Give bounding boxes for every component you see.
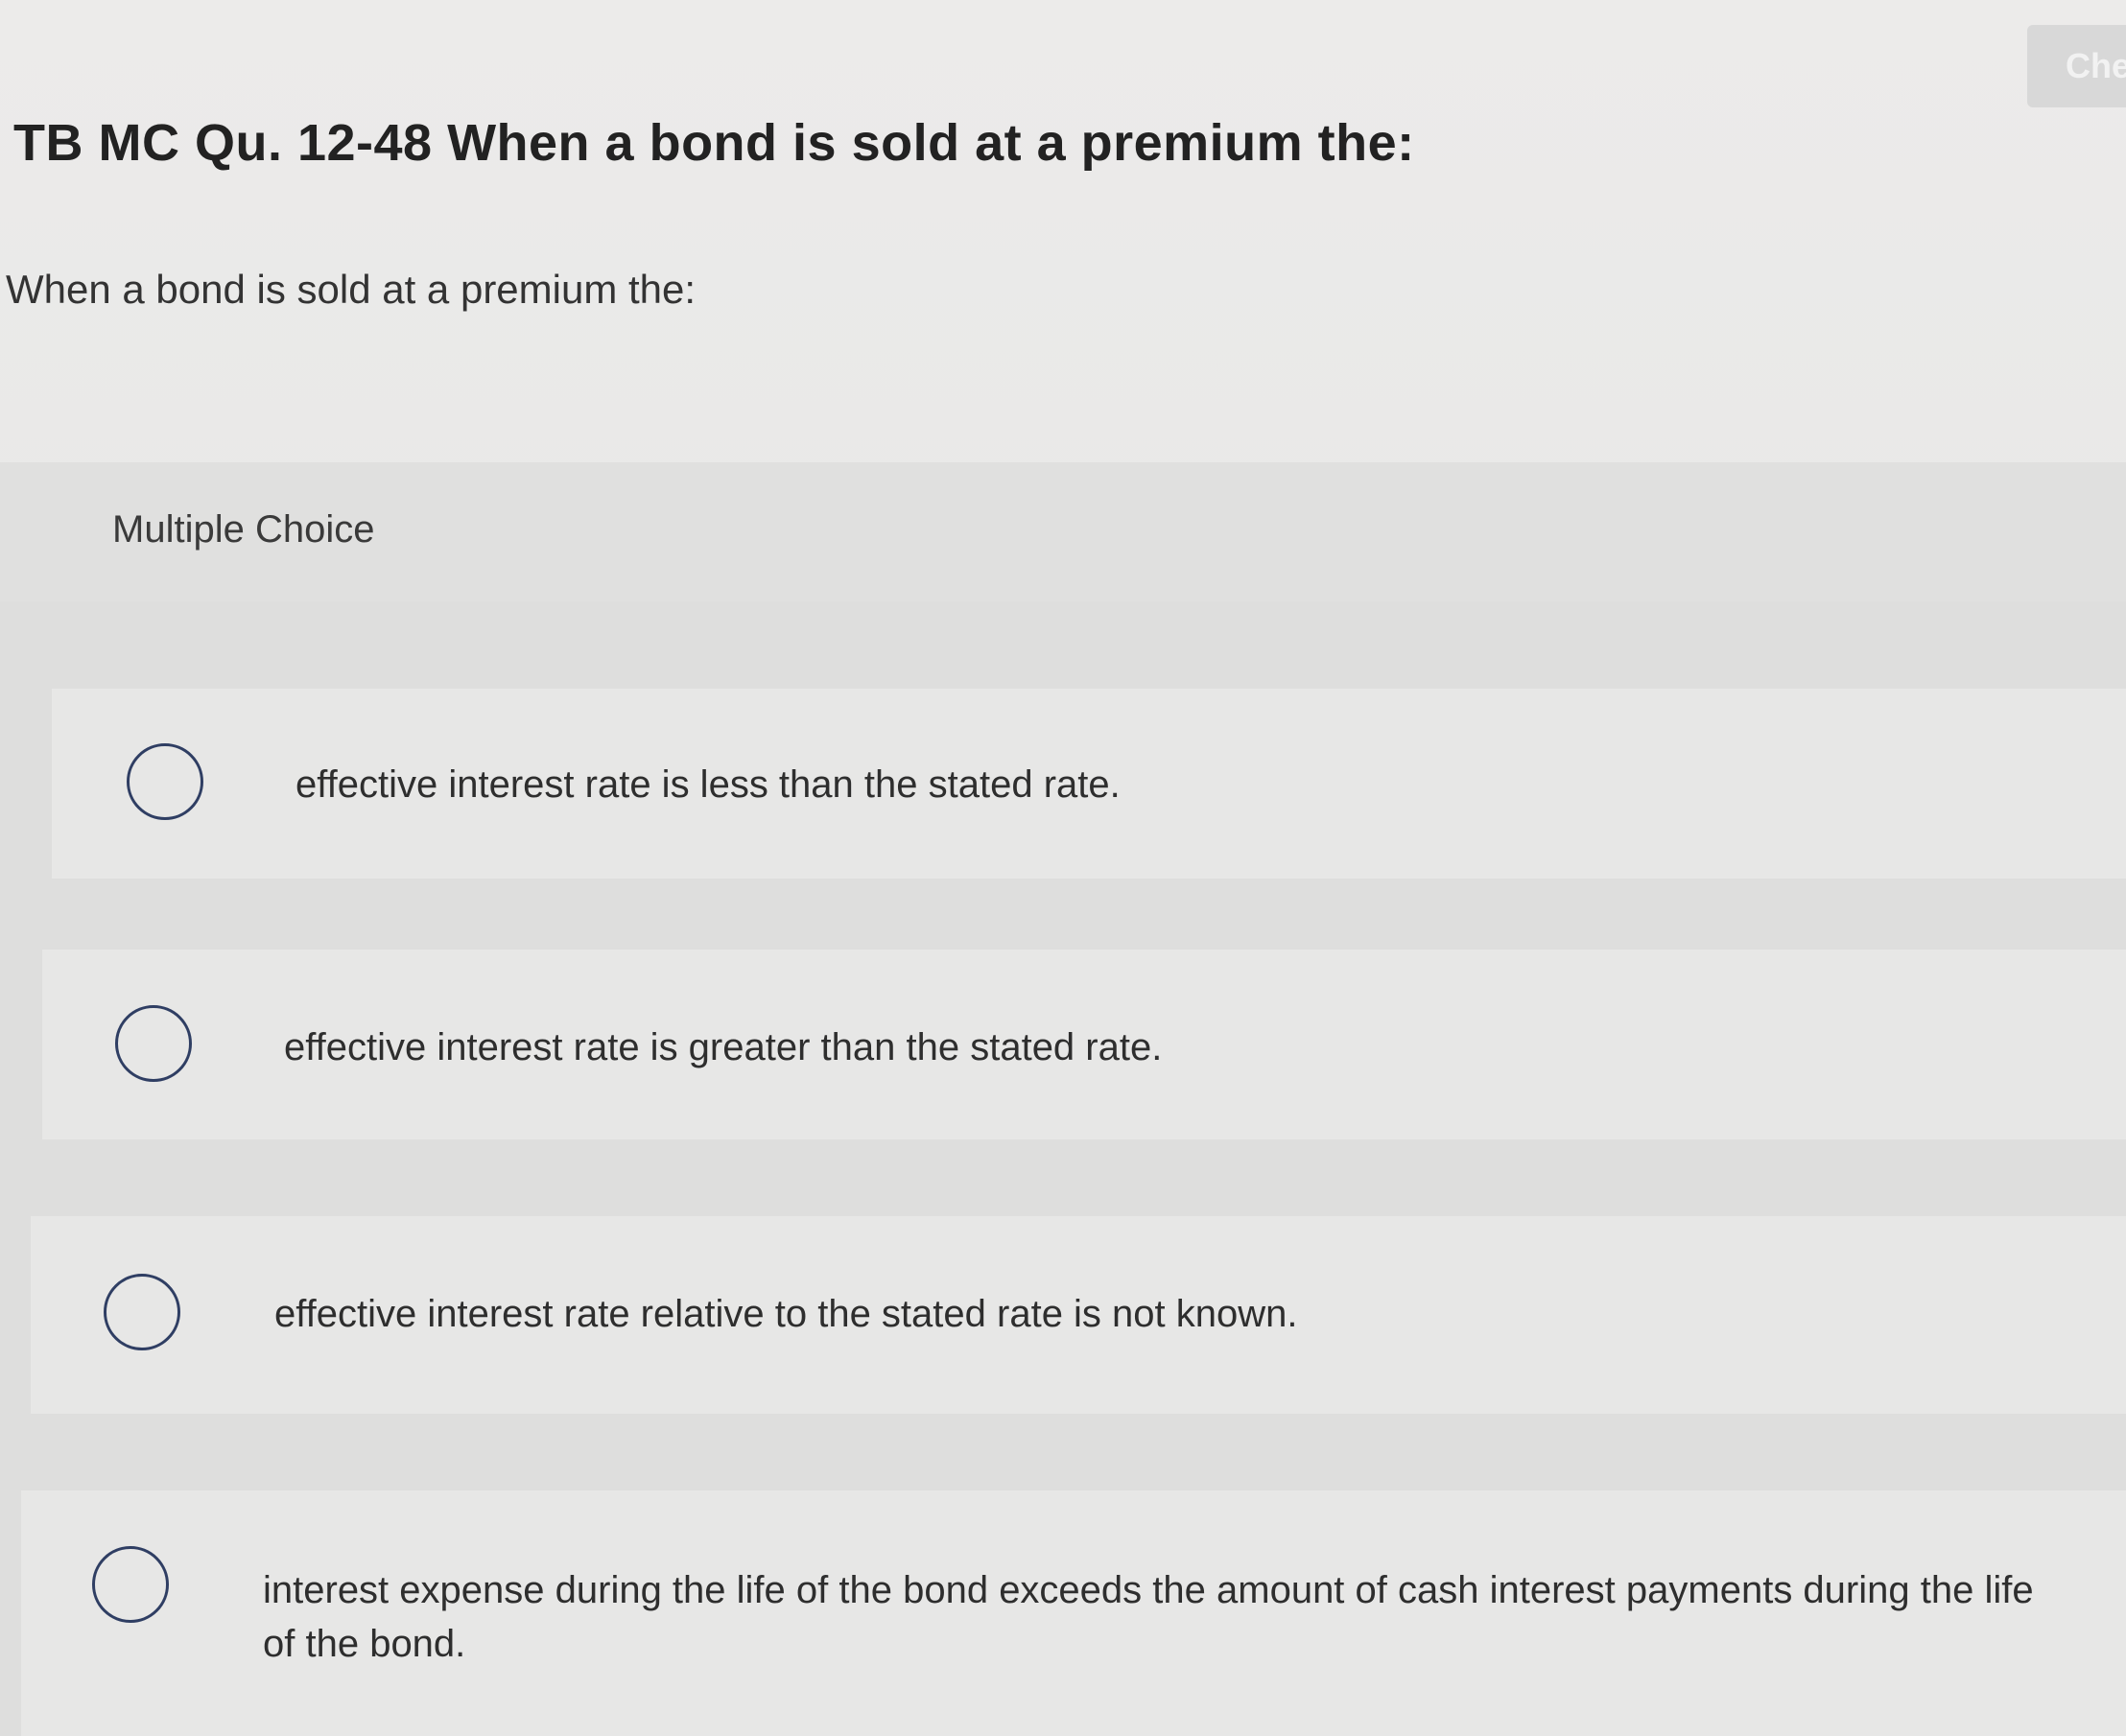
answer-option-2[interactable]: effective interest rate is greater than … (42, 950, 2126, 1139)
question-prompt: When a bond is sold at a premium the: (6, 267, 697, 312)
answer-option-text: interest expense during the life of the … (263, 1569, 2034, 1665)
question-type-label: Multiple Choice (112, 508, 375, 551)
radio-unselected-icon[interactable] (92, 1546, 169, 1623)
radio-unselected-icon[interactable] (104, 1274, 180, 1350)
answer-option-3[interactable]: effective interest rate relative to the … (31, 1216, 2126, 1414)
answer-option-4[interactable]: interest expense during the life of the … (21, 1490, 2126, 1736)
answer-option-text: effective interest rate is less than the… (295, 763, 1121, 806)
answer-option-1[interactable]: effective interest rate is less than the… (52, 689, 2126, 879)
page-background: Che TB MC Qu. 12-48 When a bond is sold … (0, 0, 2126, 1736)
check-answer-button[interactable]: Che (2027, 25, 2126, 107)
answer-option-text: effective interest rate relative to the … (274, 1293, 1298, 1335)
radio-unselected-icon[interactable] (115, 1005, 192, 1082)
answer-option-text: effective interest rate is greater than … (284, 1026, 1163, 1068)
radio-unselected-icon[interactable] (127, 743, 203, 820)
question-title: TB MC Qu. 12-48 When a bond is sold at a… (13, 114, 1415, 172)
